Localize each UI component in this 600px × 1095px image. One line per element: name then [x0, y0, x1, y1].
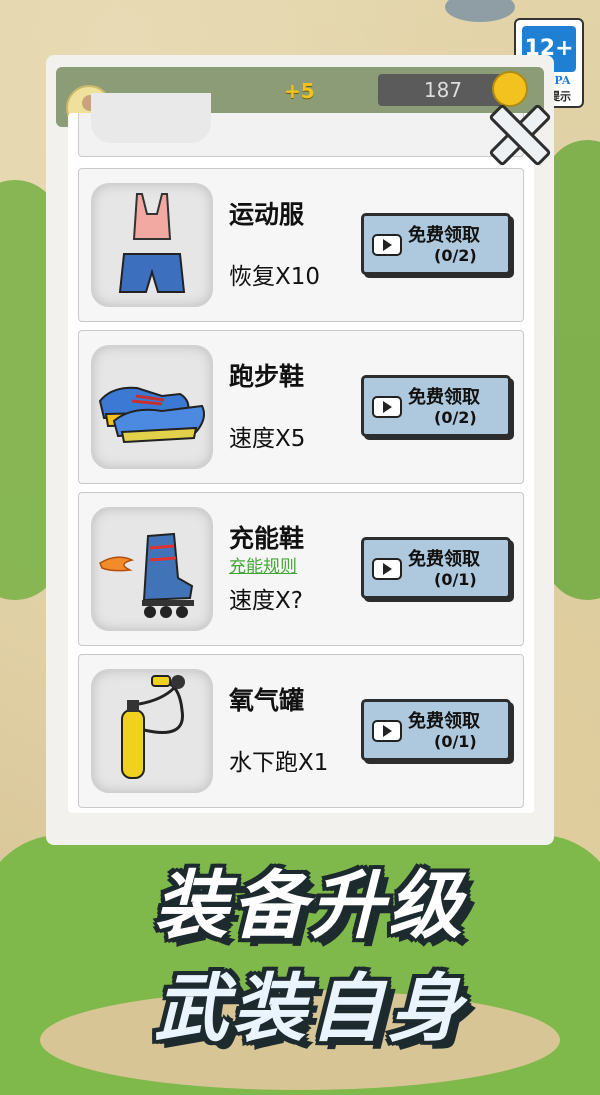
equipment-card-running-shoes: 跑步鞋 速度X5 免费领取 (0/2) [78, 330, 524, 484]
bonus-indicator: +5 [284, 79, 315, 103]
claim-label: 免费领取 [408, 225, 480, 246]
claim-count: (0/2) [434, 246, 477, 265]
free-claim-button[interactable]: 免费领取 (0/1) [361, 537, 511, 599]
equipment-name: 充能鞋 [229, 524, 305, 553]
equipment-name: 氧气罐 [229, 686, 305, 715]
claim-label: 免费领取 [408, 387, 480, 408]
promo-banner: 装备升级 武装自身 [70, 846, 550, 1056]
equipment-effect: 速度X5 [229, 426, 306, 452]
promo-line-2: 武装自身 [154, 966, 466, 1052]
equipment-effect: 速度X? [229, 588, 303, 614]
claim-label: 免费领取 [408, 711, 480, 732]
sportswear-icon [91, 183, 213, 307]
video-ad-icon [372, 234, 402, 256]
promo-line-1: 装备升级 [154, 863, 466, 949]
free-claim-button[interactable]: 免费领取 (0/2) [361, 213, 511, 275]
equipment-card-sportswear: 运动服 恢复X10 免费领取 (0/2) [78, 168, 524, 322]
close-icon[interactable] [486, 102, 546, 162]
claim-count: (0/2) [434, 408, 477, 427]
video-ad-icon [372, 396, 402, 418]
equipment-name: 运动服 [229, 200, 305, 229]
claim-count: (0/1) [434, 732, 477, 751]
claim-label: 免费领取 [408, 549, 480, 570]
video-ad-icon [372, 720, 402, 742]
equipment-effect: 水下跑X1 [229, 750, 329, 776]
equipment-card-charged-shoes: 充能鞋 充能规则 速度X? 免费领取 (0/1) [78, 492, 524, 646]
claim-count: (0/1) [434, 570, 477, 589]
free-claim-button[interactable]: 免费领取 (0/1) [361, 699, 511, 761]
equipment-effect: 恢复X10 [229, 264, 321, 290]
charge-rules-link[interactable]: 充能规则 [229, 552, 297, 577]
running-shoes-icon [91, 345, 213, 469]
oxygen-tank-icon [91, 669, 213, 793]
charged-roller-skate-icon [91, 507, 213, 631]
equipment-name: 跑步鞋 [229, 362, 305, 391]
video-ad-icon [372, 558, 402, 580]
free-claim-button[interactable]: 免费领取 (0/2) [361, 375, 511, 437]
equipment-card-oxygen-tank: 氧气罐 水下跑X1 免费领取 (0/1) [78, 654, 524, 808]
equipment-list-panel[interactable]: 运动服 恢复X10 免费领取 (0/2) 跑步鞋 速度X5 免费领取 (0/2) [68, 93, 534, 813]
list-item-partial [78, 93, 524, 157]
